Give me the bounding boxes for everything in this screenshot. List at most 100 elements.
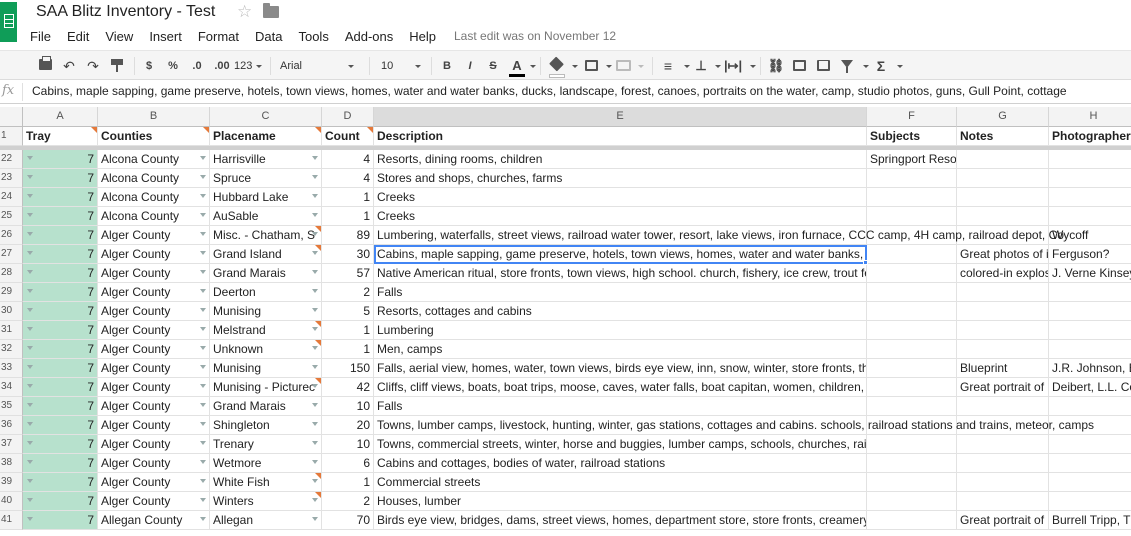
table-cell[interactable]: Falls [374, 283, 867, 302]
dropdown-arrow-icon[interactable] [27, 175, 33, 179]
dropdown-arrow-icon[interactable] [312, 308, 318, 312]
dropdown-arrow-icon[interactable] [200, 270, 206, 274]
row-header[interactable]: 29 [0, 283, 23, 302]
dropdown-arrow-icon[interactable] [27, 441, 33, 445]
dropdown-arrow-icon[interactable] [200, 232, 206, 236]
table-cell[interactable]: 20 [322, 416, 374, 435]
dropdown-arrow-icon[interactable] [27, 156, 33, 160]
table-cell[interactable]: Alger County [98, 454, 210, 473]
table-cell[interactable]: Houses, lumber [374, 492, 867, 511]
table-cell[interactable]: 7 [23, 264, 98, 283]
table-cell[interactable]: Cliffs, cliff views, boats, boat trips, … [374, 378, 867, 397]
row-header[interactable]: 24 [0, 188, 23, 207]
table-cell[interactable] [1049, 473, 1131, 492]
table-cell[interactable]: AuSable [210, 207, 322, 226]
table-cell[interactable] [1049, 302, 1131, 321]
dropdown-arrow-icon[interactable] [200, 251, 206, 255]
paint-format-icon[interactable] [111, 59, 123, 72]
row-header[interactable]: 38 [0, 454, 23, 473]
table-cell[interactable] [867, 378, 957, 397]
sheets-logo-icon[interactable] [0, 2, 17, 42]
table-cell[interactable]: Trenary [210, 435, 322, 454]
dropdown-arrow-icon[interactable] [312, 460, 318, 464]
table-cell[interactable] [957, 188, 1049, 207]
table-cell[interactable]: Lumbering, waterfalls, street views, rai… [374, 226, 1064, 245]
dropdown-arrow-icon[interactable] [27, 422, 33, 426]
dropdown-arrow-icon[interactable] [200, 175, 206, 179]
table-cell[interactable] [1049, 150, 1131, 169]
table-cell[interactable] [1049, 397, 1131, 416]
table-cell[interactable]: Hubbard Lake [210, 188, 322, 207]
row-header[interactable]: 40 [0, 492, 23, 511]
table-cell[interactable]: J.R. Johnson, E [1049, 359, 1131, 378]
table-cell[interactable]: J. Verne Kinsey [1049, 264, 1131, 283]
column-header-a[interactable]: A [23, 107, 98, 127]
table-cell[interactable]: Alger County [98, 378, 210, 397]
row-header[interactable]: 35 [0, 397, 23, 416]
menu-data[interactable]: Data [255, 29, 282, 44]
vertical-align-icon[interactable]: ⊥ [694, 58, 708, 74]
dropdown-arrow-icon[interactable] [200, 365, 206, 369]
dropdown-arrow-icon[interactable] [312, 289, 318, 293]
table-cell[interactable]: 2 [322, 492, 374, 511]
table-cell[interactable]: Spruce [210, 169, 322, 188]
dropdown-arrow-icon[interactable] [200, 403, 206, 407]
menu-view[interactable]: View [105, 29, 133, 44]
table-cell[interactable] [867, 264, 957, 283]
dropdown-arrow-icon[interactable] [312, 232, 318, 236]
folder-icon[interactable] [263, 3, 279, 18]
row-header[interactable]: 31 [0, 321, 23, 340]
chevron-down-icon[interactable] [606, 65, 612, 68]
table-cell[interactable] [957, 302, 1049, 321]
menu-help[interactable]: Help [409, 29, 436, 44]
dropdown-arrow-icon[interactable] [312, 156, 318, 160]
header-cell[interactable]: Subjects [867, 127, 957, 146]
horizontal-align-icon[interactable]: ≡ [661, 58, 675, 74]
dropdown-arrow-icon[interactable] [27, 289, 33, 293]
dropdown-arrow-icon[interactable] [27, 460, 33, 464]
table-cell[interactable] [867, 340, 957, 359]
undo-icon[interactable]: ↶ [62, 58, 76, 74]
table-cell[interactable] [867, 454, 957, 473]
dropdown-arrow-icon[interactable] [312, 403, 318, 407]
row-header[interactable]: 34 [0, 378, 23, 397]
dropdown-arrow-icon[interactable] [312, 517, 318, 521]
chevron-down-icon[interactable] [530, 65, 536, 68]
table-cell[interactable]: Falls [374, 397, 867, 416]
table-cell[interactable]: Alger County [98, 226, 210, 245]
dropdown-arrow-icon[interactable] [27, 403, 33, 407]
table-cell[interactable] [957, 473, 1049, 492]
table-cell[interactable]: 7 [23, 378, 98, 397]
table-cell[interactable]: Shingleton [210, 416, 322, 435]
table-cell[interactable] [1049, 207, 1131, 226]
row-header[interactable]: 23 [0, 169, 23, 188]
dropdown-arrow-icon[interactable] [200, 441, 206, 445]
table-cell[interactable]: Cabins, maple sapping, game preserve, ho… [374, 245, 867, 264]
fill-handle[interactable] [863, 260, 868, 265]
table-cell[interactable]: Great portrait of [957, 378, 1049, 397]
dropdown-arrow-icon[interactable] [200, 384, 206, 388]
table-cell[interactable] [1049, 188, 1131, 207]
column-header-h[interactable]: H [1049, 107, 1131, 127]
table-cell[interactable]: 7 [23, 188, 98, 207]
table-cell[interactable]: Creeks [374, 188, 867, 207]
text-wrap-icon[interactable]: |↦| [724, 58, 742, 74]
table-cell[interactable] [867, 473, 957, 492]
table-cell[interactable]: colored-in explos [957, 264, 1049, 283]
table-cell[interactable]: Alcona County [98, 150, 210, 169]
merge-cells-icon[interactable] [616, 60, 631, 71]
table-cell[interactable]: Towns, lumber camps, livestock, hunting,… [374, 416, 1094, 435]
fill-color-icon[interactable] [549, 56, 564, 72]
table-cell[interactable] [957, 207, 1049, 226]
table-cell[interactable] [867, 188, 957, 207]
table-cell[interactable]: 70 [322, 511, 374, 530]
table-cell[interactable] [867, 435, 957, 454]
table-cell[interactable]: Men, camps [374, 340, 867, 359]
dropdown-arrow-icon[interactable] [312, 213, 318, 217]
dropdown-arrow-icon[interactable] [200, 422, 206, 426]
row-header[interactable]: 25 [0, 207, 23, 226]
table-cell[interactable]: 7 [23, 359, 98, 378]
table-cell[interactable]: White Fish [210, 473, 322, 492]
table-cell[interactable]: 4 [322, 169, 374, 188]
row-header[interactable]: 1 [0, 127, 23, 146]
